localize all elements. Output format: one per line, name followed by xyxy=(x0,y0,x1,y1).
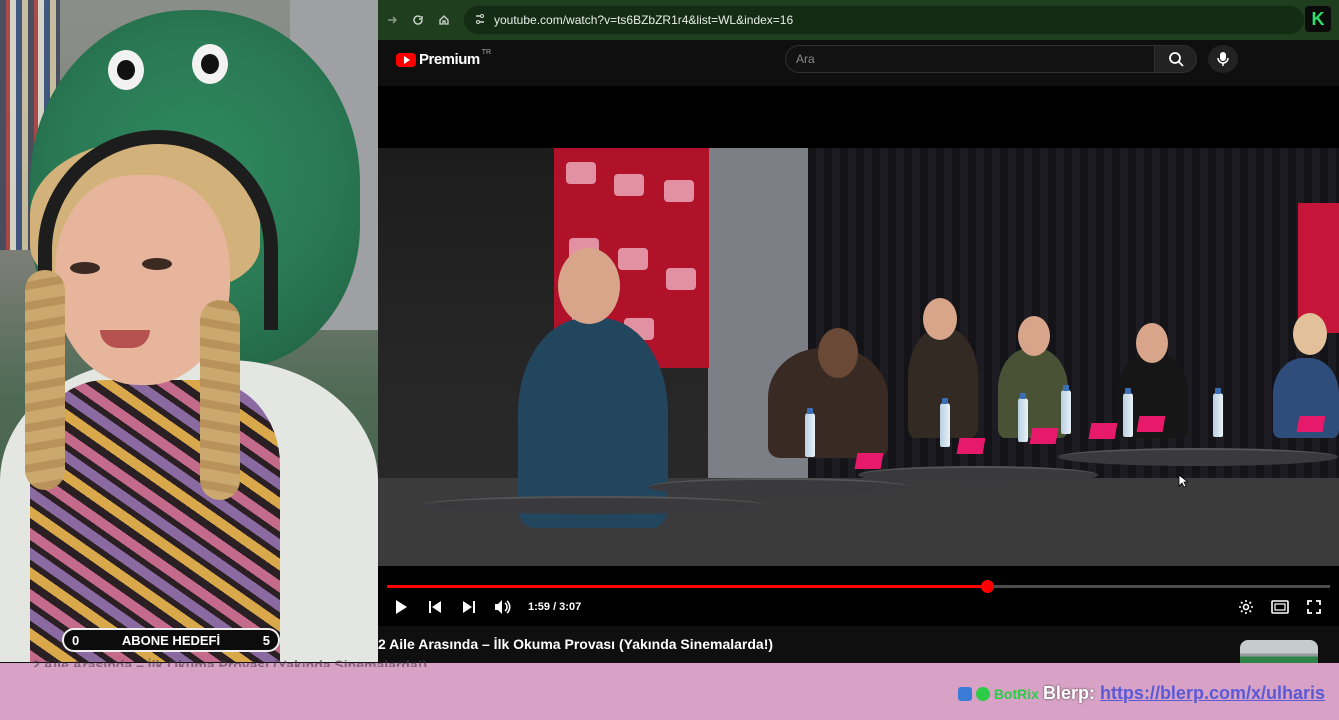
time-display: 1:59 / 3:07 xyxy=(528,601,582,613)
kick-extension-icon[interactable]: K xyxy=(1305,6,1331,32)
blerp-label: Blerp: xyxy=(1042,683,1095,703)
hood-eye-right xyxy=(192,44,228,84)
name-card xyxy=(854,453,884,469)
verified-check-icon xyxy=(975,686,990,701)
voice-search-button[interactable] xyxy=(1208,45,1238,73)
gear-icon xyxy=(1239,600,1253,614)
blerp-link[interactable]: https://blerp.com/x/ulharis xyxy=(1100,683,1325,704)
name-card xyxy=(1088,423,1118,439)
table xyxy=(423,496,763,514)
water-bottle xyxy=(805,408,815,457)
actor-head xyxy=(558,248,620,324)
play-button[interactable] xyxy=(384,592,418,622)
progress-bar[interactable] xyxy=(387,580,1330,593)
theater-icon xyxy=(1271,600,1289,614)
play-icon xyxy=(396,600,407,614)
browser-toolbar: youtube.com/watch?v=ts6BZbZR1r4&list=WL&… xyxy=(378,0,1339,40)
hood-eye-left xyxy=(108,50,144,90)
fullscreen-icon xyxy=(1307,600,1321,614)
video-player[interactable]: 1:59 / 3:07 xyxy=(378,86,1339,626)
settings-button[interactable] xyxy=(1229,592,1263,622)
next-button[interactable] xyxy=(452,592,486,622)
braid-right xyxy=(200,300,240,500)
bot-name: BotRix xyxy=(993,685,1039,702)
actor-head xyxy=(1293,313,1327,355)
sub-goal-target: 5 xyxy=(262,632,270,648)
patterned-shirt xyxy=(30,380,280,662)
youtube-header: Premium TR Ara xyxy=(378,40,1339,86)
search-icon xyxy=(1168,52,1184,67)
name-card xyxy=(1029,428,1059,444)
forward-icon[interactable] xyxy=(380,8,404,32)
player-controls-right xyxy=(1229,592,1331,622)
youtube-premium-logo[interactable]: Premium TR xyxy=(396,49,492,68)
name-card xyxy=(956,438,986,454)
water-bottle xyxy=(1123,388,1133,437)
youtube-play-icon xyxy=(396,52,416,67)
region-code: TR xyxy=(481,49,492,56)
table xyxy=(1058,448,1338,466)
premium-label: Premium xyxy=(419,51,480,68)
skip-previous-icon xyxy=(429,601,441,613)
url-text: youtube.com/watch?v=ts6BZbZR1r4&list=WL&… xyxy=(494,13,794,27)
water-bottle xyxy=(1018,393,1028,442)
ghost-title: 2 Aile Arasında – İlk Okuma Provası (Yak… xyxy=(32,657,428,667)
webcam-feed xyxy=(0,0,378,662)
name-card xyxy=(1136,416,1166,432)
botrix-logo-icon xyxy=(957,686,972,701)
mouse-cursor-icon xyxy=(1178,474,1190,493)
table xyxy=(648,478,908,496)
mute-button[interactable] xyxy=(486,592,520,622)
actor-head xyxy=(818,328,858,378)
actor-green-top xyxy=(998,348,1068,438)
blerp-ticker: BotRix Blerp: https://blerp.com/x/ulhari… xyxy=(957,683,1325,704)
sub-goal-current: 0 xyxy=(72,632,80,648)
name-card xyxy=(1296,416,1326,432)
eye-right xyxy=(142,258,172,270)
water-bottle xyxy=(1061,385,1071,434)
video-title: 2 Aile Arasında – İlk Okuma Provası (Yak… xyxy=(378,636,774,652)
reload-icon[interactable] xyxy=(406,8,430,32)
water-bottle xyxy=(940,398,950,447)
address-bar[interactable]: youtube.com/watch?v=ts6BZbZR1r4&list=WL&… xyxy=(464,6,1304,34)
braid-left xyxy=(25,270,65,490)
search-placeholder: Ara xyxy=(796,52,815,66)
microphone-icon xyxy=(1217,52,1229,66)
previous-button[interactable] xyxy=(418,592,452,622)
progress-played xyxy=(387,585,987,588)
player-controls: 1:59 / 3:07 xyxy=(378,592,1339,622)
home-icon[interactable] xyxy=(432,8,456,32)
skip-next-icon xyxy=(463,601,475,613)
actor-head xyxy=(1136,323,1168,363)
search-button[interactable] xyxy=(1155,45,1197,73)
theater-mode-button[interactable] xyxy=(1263,592,1297,622)
site-settings-icon[interactable] xyxy=(474,13,486,28)
video-frame xyxy=(378,148,1339,566)
eye-left xyxy=(70,262,100,274)
volume-icon xyxy=(495,600,511,614)
actor-head xyxy=(923,298,957,340)
water-bottle xyxy=(1213,388,1223,437)
table xyxy=(858,466,1098,484)
actor-head xyxy=(1018,316,1050,356)
stream-overlay-strip: 2 Aile Arasında – İlk Okuma Provası (Yak… xyxy=(0,657,1339,720)
sub-goal-label: ABONE HEDEFİ xyxy=(121,632,221,648)
fullscreen-button[interactable] xyxy=(1297,592,1331,622)
stream-layout: 0 ABONE HEDEFİ 5 youtube.com/watch?v=ts6… xyxy=(0,0,1339,720)
browser-window: youtube.com/watch?v=ts6BZbZR1r4&list=WL&… xyxy=(378,0,1339,716)
search-input[interactable]: Ara xyxy=(785,45,1155,73)
subscriber-goal-widget: 0 ABONE HEDEFİ 5 xyxy=(62,628,280,652)
